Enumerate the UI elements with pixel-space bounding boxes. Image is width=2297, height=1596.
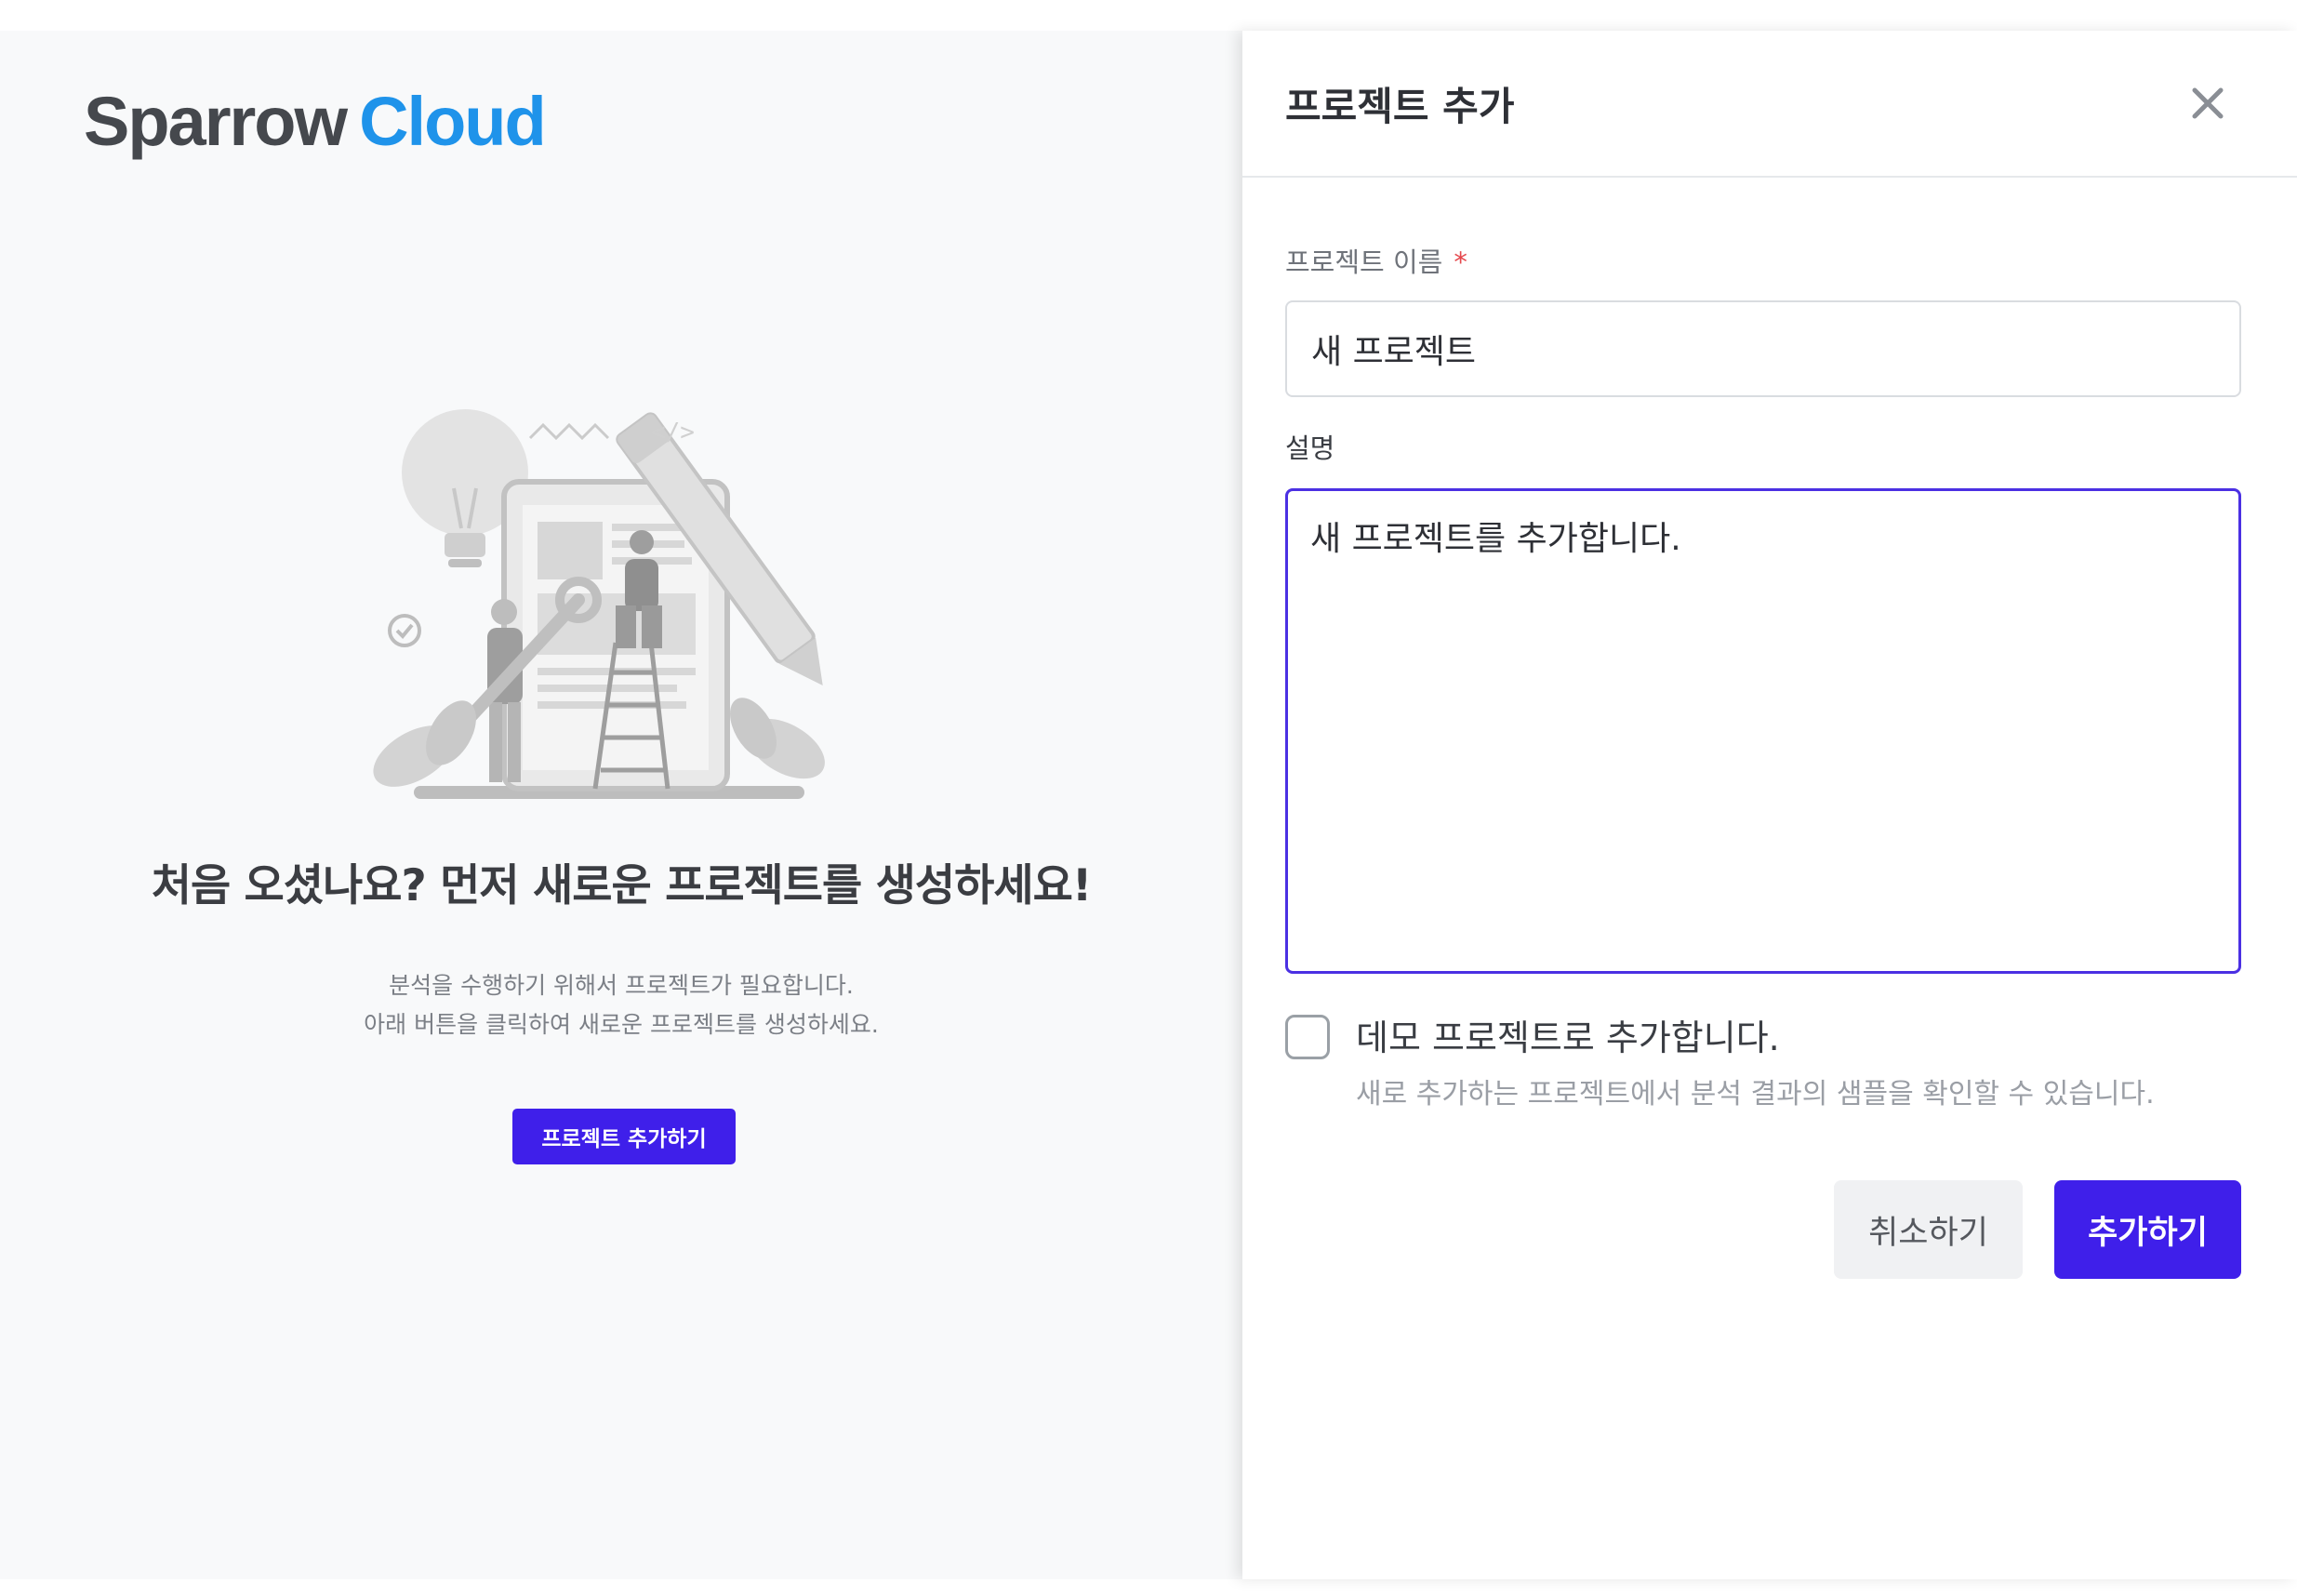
demo-project-checkbox[interactable] <box>1285 1015 1330 1059</box>
app-screen: Sparrow Cloud </> 처음 오셨나요? 먼저 새로운 프로젝트를 … <box>0 31 2297 1579</box>
cancel-button[interactable]: 취소하기 <box>1834 1180 2023 1279</box>
required-mark: * <box>1454 246 1467 278</box>
empty-state-description-line2: 아래 버튼을 클릭하여 새로운 프로젝트를 생성하세요. <box>364 1011 879 1038</box>
empty-state-title: 처음 오셨나요? 먼저 새로운 프로젝트를 생성하세요! <box>151 860 1093 911</box>
logo-word-cloud: Cloud <box>359 83 547 160</box>
empty-state-description: 분석을 수행하기 위해서 프로젝트가 필요합니다. 아래 버튼을 클릭하여 새로… <box>0 966 1242 1044</box>
demo-project-hint: 새로 추가하는 프로젝트에서 분석 결과의 샘플을 확인할 수 있습니다. <box>1356 1078 2155 1111</box>
drawer-header: 프로젝트 추가 <box>1242 31 2297 178</box>
add-project-drawer: 프로젝트 추가 프로젝트 이름 * 설명 새 프로젝트를 추가합니다. 데모 프로… <box>1242 31 2297 1579</box>
description-label: 설명 <box>1285 432 1335 464</box>
submit-add-button[interactable]: 추가하기 <box>2054 1180 2241 1279</box>
close-button[interactable] <box>2182 77 2234 129</box>
description-textarea[interactable]: 새 프로젝트를 추가합니다. <box>1285 488 2241 974</box>
project-name-label-text: 프로젝트 이름 <box>1285 246 1443 278</box>
demo-project-label[interactable]: 데모 프로젝트로 추가합니다. <box>1356 1009 1780 1060</box>
svg-text:</>: </> <box>651 419 695 446</box>
empty-state-illustration: </> <box>372 403 874 831</box>
empty-state-description-line1: 분석을 수행하기 위해서 프로젝트가 필요합니다. <box>389 972 854 999</box>
close-icon <box>2192 87 2224 119</box>
project-name-label: 프로젝트 이름 * <box>1285 241 1467 280</box>
project-name-input[interactable] <box>1285 300 2241 397</box>
drawer-title: 프로젝트 추가 <box>1285 84 1515 129</box>
sparrow-cloud-logo[interactable]: Sparrow Cloud <box>84 82 547 161</box>
add-project-button[interactable]: 프로젝트 추가하기 <box>512 1109 736 1164</box>
logo-word-sparrow: Sparrow <box>84 83 348 160</box>
